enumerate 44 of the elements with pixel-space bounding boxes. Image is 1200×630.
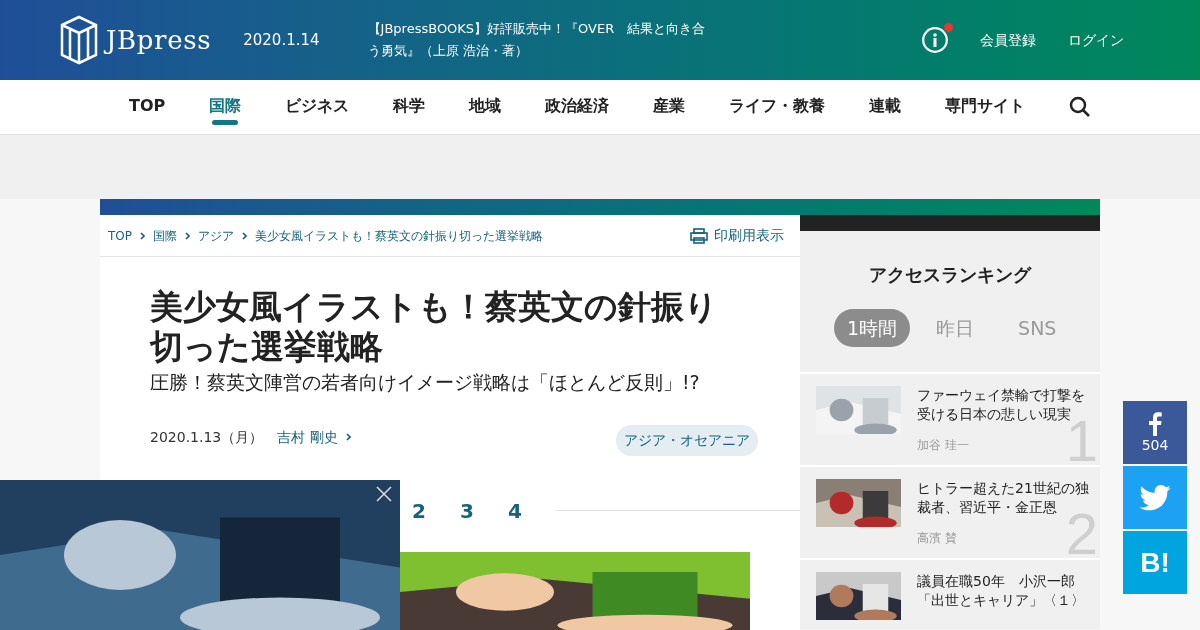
nav-tab[interactable]: TOP <box>129 83 166 131</box>
logo-icon <box>60 15 98 65</box>
article-subtitle: 圧勝！蔡英文陣営の若者向けイメージ戦略は「ほとんど反則」!? <box>150 370 701 395</box>
ranking-article-link[interactable]: ヒトラー超えた21世紀の独裁者、習近平・金正恩 <box>917 479 1092 517</box>
printer-icon <box>690 227 708 244</box>
notice-link[interactable]: 【JBpressBOOKS】好評販売中！『OVER 結果と向き合う勇気』（上原 浩治・著） <box>367 18 713 62</box>
facebook-icon <box>1148 411 1162 436</box>
nav-tab[interactable]: ビジネス <box>285 83 350 131</box>
article-title: 美少女風イラストも！蔡英文の針振り切った選挙戦略 <box>150 287 719 367</box>
print-link[interactable]: 印刷用表示 <box>690 225 784 246</box>
nav-tab[interactable]: 政治経済 <box>545 83 610 131</box>
search-icon[interactable] <box>1069 96 1092 118</box>
article-date: 2020.1.13（月） <box>150 427 264 447</box>
breadcrumb-link[interactable]: アジア <box>198 226 234 245</box>
nav-tab[interactable]: ライフ・教養 <box>729 83 826 131</box>
nav-tab[interactable]: 国際 <box>209 83 242 131</box>
ranking-author: 加谷 珪一 <box>917 437 970 454</box>
info-icon[interactable] <box>922 27 948 53</box>
nav-tab[interactable]: 専門サイト <box>945 83 1026 131</box>
header-link[interactable]: ログイン <box>1068 29 1124 51</box>
chevron-icon <box>140 231 145 240</box>
ranking-title: アクセスランキング <box>868 263 1033 287</box>
breadcrumb-link[interactable]: 国際 <box>153 226 177 245</box>
breadcrumb-link[interactable]: 美少女風イラストも！蔡英文の針振り切った選挙戦略 <box>255 226 543 245</box>
ranking-author: 高濱 賛 <box>917 530 958 547</box>
header-link[interactable]: 会員登録 <box>980 29 1036 51</box>
tag-chip[interactable]: アジア・オセアニア <box>616 424 758 456</box>
bird-icon <box>1139 484 1171 511</box>
chevron-icon <box>242 231 247 240</box>
twitter-share-button[interactable] <box>1123 466 1187 529</box>
nav-tab[interactable]: 科学 <box>393 83 426 131</box>
breadcrumb-link[interactable]: TOP <box>108 226 132 245</box>
header-date: 2020.1.14 <box>243 29 320 51</box>
ranking-article-link[interactable]: 議員在職50年 小沢一郎「出世とキャリア」〈１〉 <box>917 572 1092 610</box>
nav-tab[interactable]: 産業 <box>653 83 686 131</box>
chevron-icon <box>345 433 351 441</box>
nav-tab[interactable]: 地域 <box>469 83 502 131</box>
page-link[interactable]: 2 <box>412 495 460 526</box>
chevron-icon <box>185 231 190 240</box>
page-link[interactable]: 4 <box>508 495 556 526</box>
author-link[interactable]: 吉村 剛史 <box>277 426 338 448</box>
page-link[interactable]: 3 <box>460 495 508 526</box>
nav-tab[interactable]: 連載 <box>869 83 902 131</box>
facebook-share-button[interactable]: 504 <box>1123 401 1187 464</box>
